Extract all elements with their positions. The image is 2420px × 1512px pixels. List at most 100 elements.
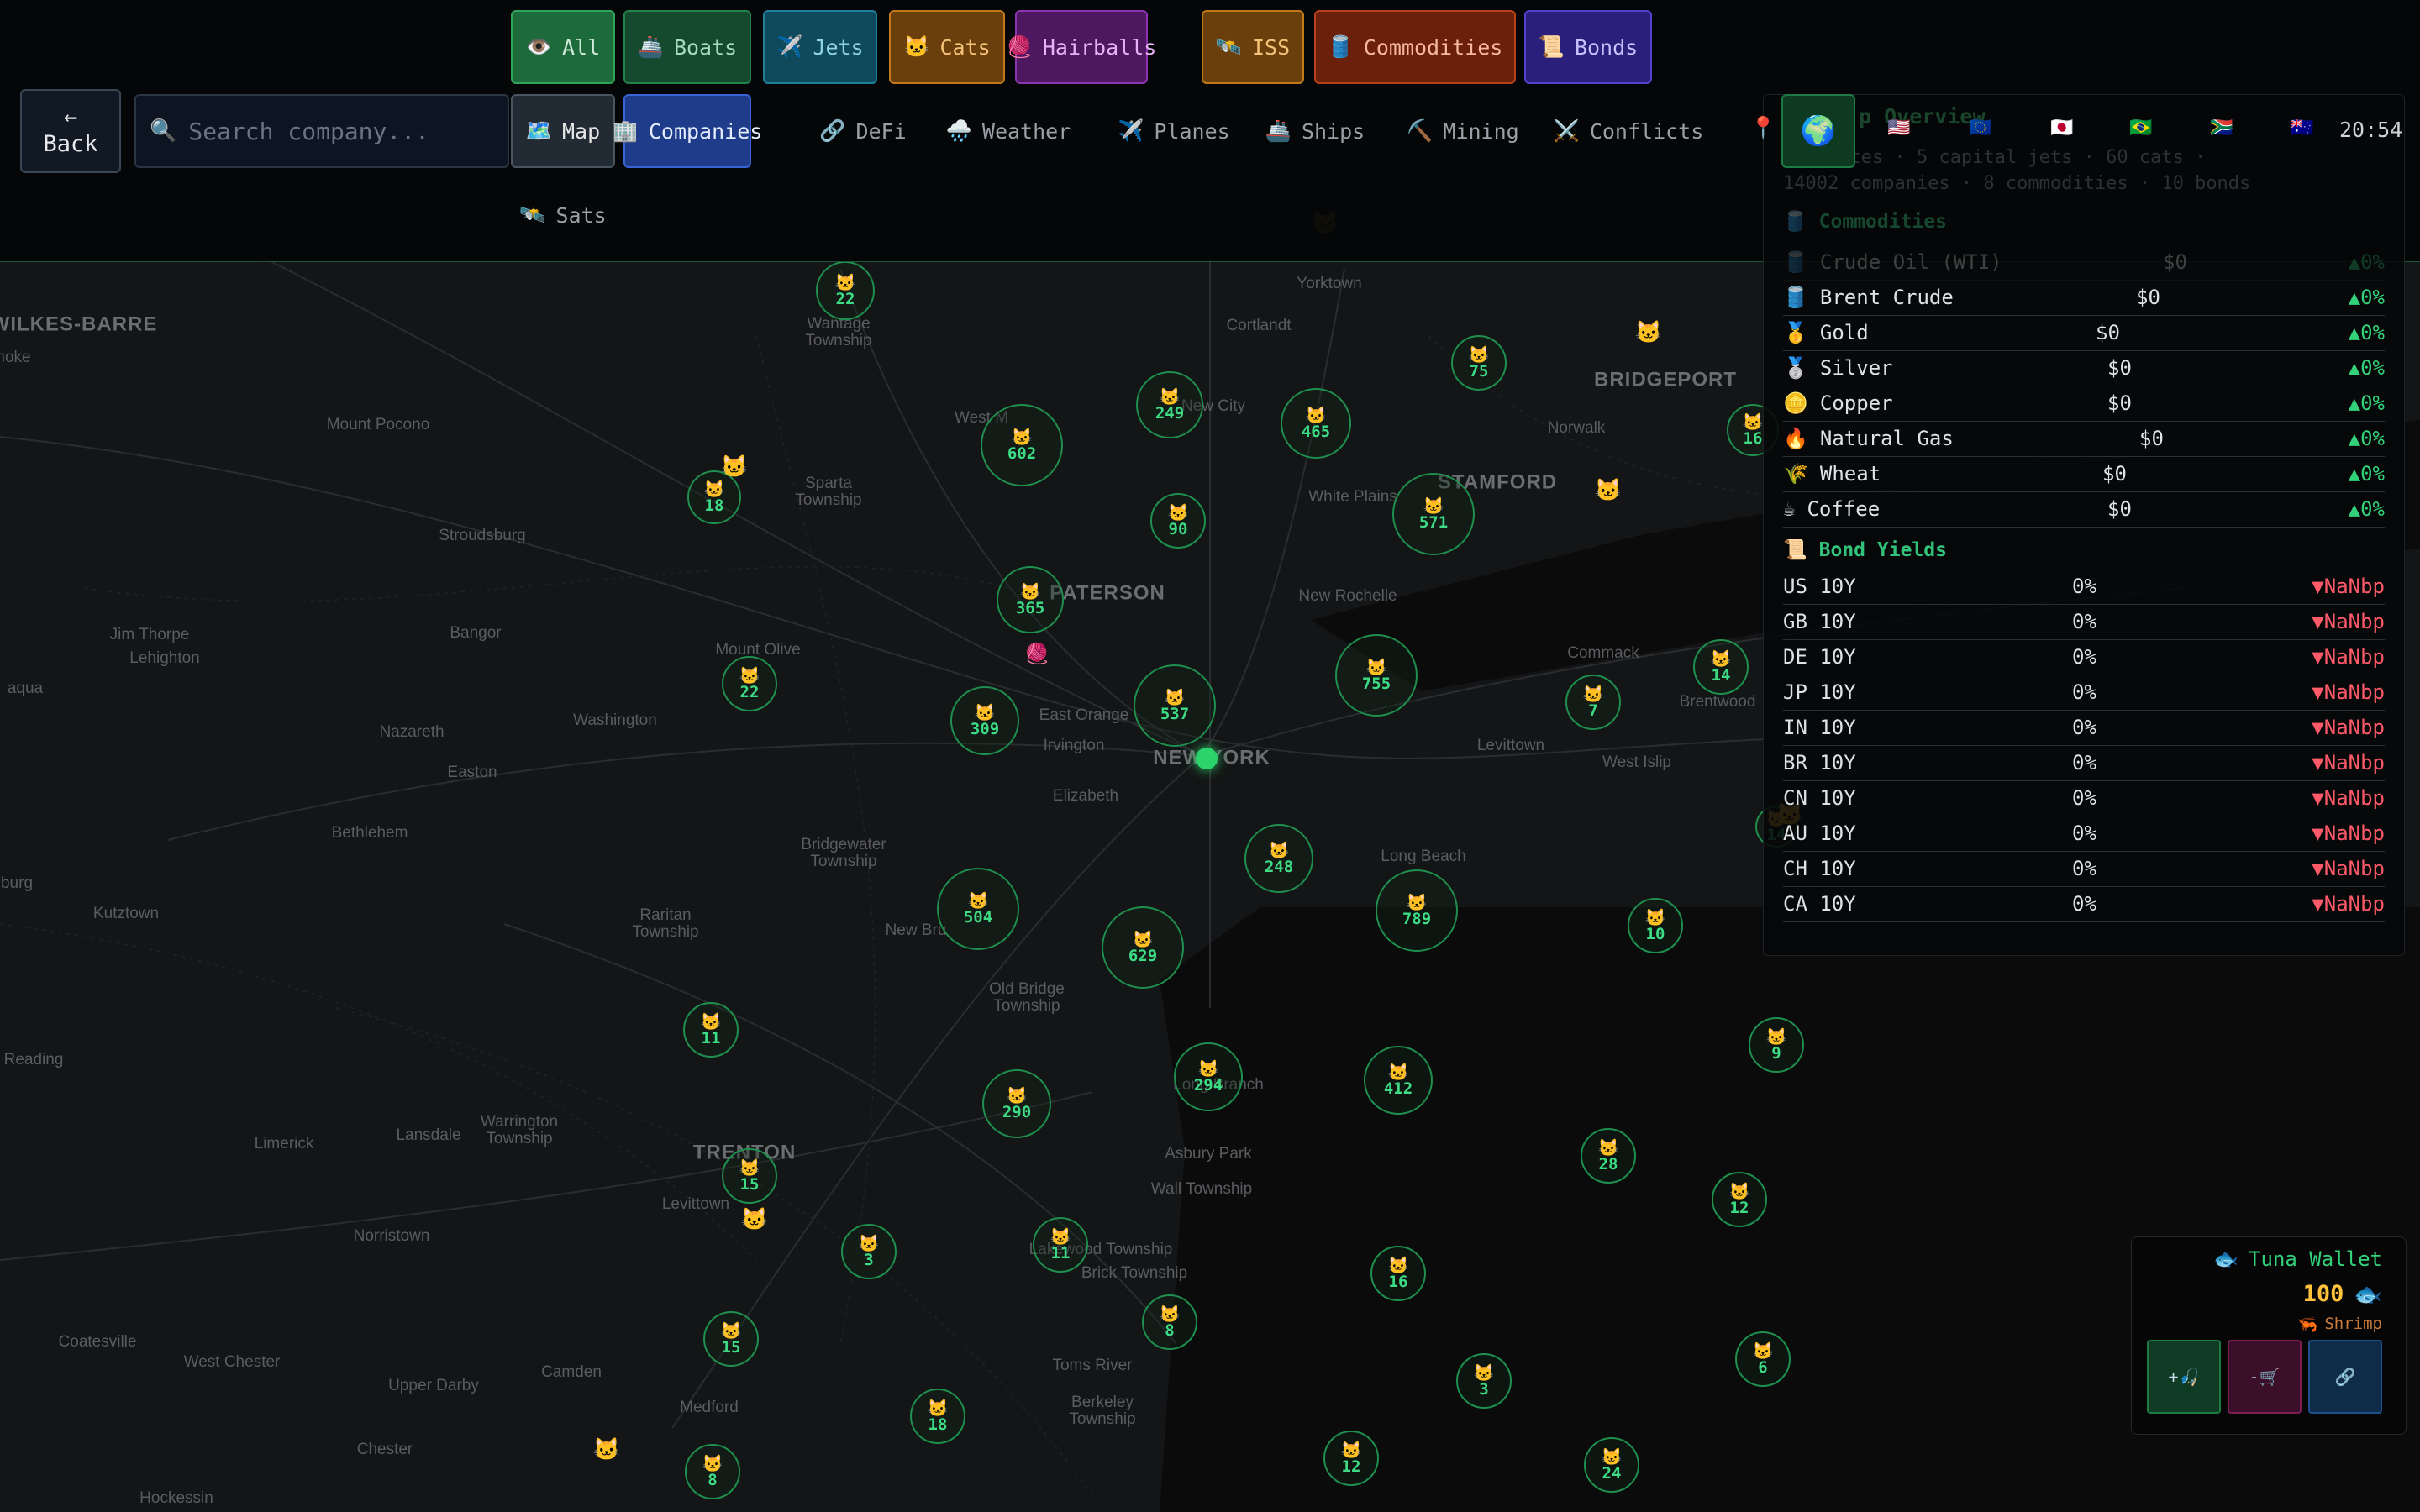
company-cluster[interactable]: 🐱14 [1693,639,1749,695]
company-cluster[interactable]: 🐱 28 [1581,1128,1636,1184]
filter-all[interactable]: 👁️ All [511,10,615,84]
flag-icon[interactable]: 🇪🇺 [1969,118,1991,139]
company-cluster[interactable]: 🐱 309 [950,686,1019,755]
company-cluster[interactable]: 🐱 12 [1323,1431,1379,1486]
company-cluster[interactable]: 🐱 6 [1735,1331,1791,1387]
company-cluster[interactable]: 🐱 3 [841,1224,897,1279]
company-cluster[interactable]: 🐱 290 [982,1069,1051,1138]
cat-marker-icon[interactable]: 🐱 [1595,478,1622,503]
company-cluster[interactable]: 🐱 3 [1456,1353,1512,1409]
place-label: Sparta Township [795,475,862,509]
nav-planes[interactable]: ✈️ Planes [1099,94,1249,168]
place-label: New Bru [885,921,947,940]
filter-commodities[interactable]: 🛢️ Commodities [1314,10,1516,84]
back-button[interactable]: ← Back [20,89,121,173]
nav-defi[interactable]: 🔗 DeFi [813,94,913,168]
filter-boats[interactable]: 🚢 Boats [623,10,751,84]
company-cluster[interactable]: 🐱 15 [722,1148,777,1204]
company-cluster[interactable]: 🐱 504 [937,868,1019,950]
cluster-count: 28 [1598,1154,1618,1173]
place-label: Mount Pocono [326,416,430,434]
cat-icon: 🐱 [1597,1137,1619,1158]
company-cluster[interactable]: 🐱 537 [1134,664,1216,747]
place-label: West Chester [183,1353,281,1372]
company-cluster[interactable]: 🐱 571 [1392,473,1475,555]
location-pin-icon[interactable]: 📍 [1749,116,1776,141]
company-cluster[interactable]: 🐱 10 [1628,898,1683,953]
cluster-count: 11 [701,1028,721,1047]
company-cluster[interactable]: 🐱 15 [703,1311,759,1367]
wallet-action-button[interactable]: +🎣 [2147,1340,2221,1414]
company-cluster[interactable]: 🐱 75 [1451,335,1507,391]
filter-bonds[interactable]: 📜 Bonds [1524,10,1652,84]
nav-conflicts[interactable]: ⚔️ Conflicts [1543,94,1714,168]
flag-icon[interactable]: 🇿🇦 [2210,118,2233,139]
company-cluster[interactable]: 🐱 11 [1033,1217,1088,1273]
bond-yield: 0% [2072,680,2096,704]
company-cluster[interactable]: 🐱 9 [1749,1017,1804,1073]
company-search[interactable]: 🔍 [134,94,509,168]
company-cluster[interactable]: 🐱 11 [683,1002,739,1058]
company-cluster[interactable]: 🐱 249 [1136,371,1203,438]
hairball-marker-icon[interactable]: 🧶 [1024,642,1050,665]
flag-icon[interactable]: 🇯🇵 [2050,118,2073,139]
company-cluster[interactable]: 🐱 22 [816,261,875,320]
flag-icon[interactable]: 🇺🇸 [1887,118,1910,139]
nav-ships[interactable]: 🚢 Ships [1252,94,1378,168]
company-cluster[interactable]: 🐱 755 [1335,634,1418,717]
nav-icon: ⚔️ [1553,118,1580,143]
company-cluster[interactable]: 🐱 294 [1174,1042,1243,1111]
company-cluster[interactable]: 🐱 7 [1565,675,1621,730]
oil-barrel-icon: 🛢️ [1783,211,1807,233]
company-cluster[interactable]: 🐱 90 [1150,493,1206,549]
company-cluster[interactable]: 🐱 16 [1370,1246,1426,1301]
nav-icon: ✈️ [1118,118,1144,143]
filter-iss[interactable]: 🛰️ ISS [1202,10,1304,84]
commodity-row: 🥇 Gold $0 ▲0% [1783,316,2385,351]
globe-icon: 🌍 [1800,114,1837,148]
company-cluster[interactable]: 🐱 18 [910,1389,965,1444]
nav-sats[interactable]: 🛰️ Sats [511,178,615,252]
cat-icon: 🐱 [1305,404,1327,425]
commodity-name: Wheat [1819,462,1881,486]
cat-marker-icon[interactable]: 🐱 [721,454,748,480]
company-cluster[interactable]: 🐱 24 [1584,1437,1639,1493]
cat-marker-icon[interactable]: 🐱 [741,1207,768,1232]
wallet-action-button[interactable]: -🛒 [2228,1340,2302,1414]
company-cluster[interactable]: 🐱 789 [1376,869,1458,952]
nav-weather[interactable]: 🌧️ Weather [939,94,1077,168]
place-label: New Rochelle [1298,587,1397,606]
cluster-count: 10 [1645,924,1665,943]
company-cluster[interactable]: 🐱 365 [997,566,1064,633]
flag-icon[interactable]: 🇦🇺 [2291,118,2313,139]
nav-companies[interactable]: 🏢 Companies [613,94,762,168]
cluster-count: 412 [1383,1079,1413,1098]
place-label: Asbury Park [1165,1145,1252,1163]
globe-button[interactable]: 🌍 [1781,94,1855,168]
search-input[interactable] [188,117,492,145]
cat-marker-icon[interactable]: 🐱 [593,1437,620,1462]
filter-hairballs[interactable]: 🧶 Hairballs [1007,10,1156,84]
cluster-count: 571 [1418,512,1449,532]
company-cluster[interactable]: 🐱 22 [722,656,777,711]
company-cluster[interactable]: 🐱 629 [1102,906,1184,989]
cat-marker-icon[interactable]: 🐱 [1635,320,1662,345]
place-label: Bethlehem [331,824,408,843]
company-cluster[interactable]: 🐱 602 [981,404,1063,486]
company-cluster[interactable]: 🐱 8 [1142,1294,1197,1350]
company-cluster[interactable]: 🐱 8 [685,1444,740,1499]
filter-icon: 🐱 [903,34,930,59]
bond-yield: 0% [2072,892,2096,916]
nav-label: Weather [981,118,1071,144]
nav-mining[interactable]: ⛏️ Mining [1392,94,1534,168]
company-cluster[interactable]: 🐱 465 [1281,388,1351,459]
company-cluster[interactable]: 🐱 248 [1244,824,1313,893]
filter-jets[interactable]: ✈️ Jets [763,10,877,84]
wallet-action-button[interactable]: 🔗 [2308,1340,2382,1414]
company-cluster[interactable]: 🐱 12 [1712,1172,1767,1227]
nav-icon: 🛰️ [519,202,546,227]
company-cluster[interactable]: 🐱 412 [1364,1046,1433,1115]
flag-icon[interactable]: 🇧🇷 [2129,118,2152,139]
nav-map[interactable]: 🗺️ Map [511,94,615,168]
filter-cats[interactable]: 🐱 Cats [889,10,1005,84]
